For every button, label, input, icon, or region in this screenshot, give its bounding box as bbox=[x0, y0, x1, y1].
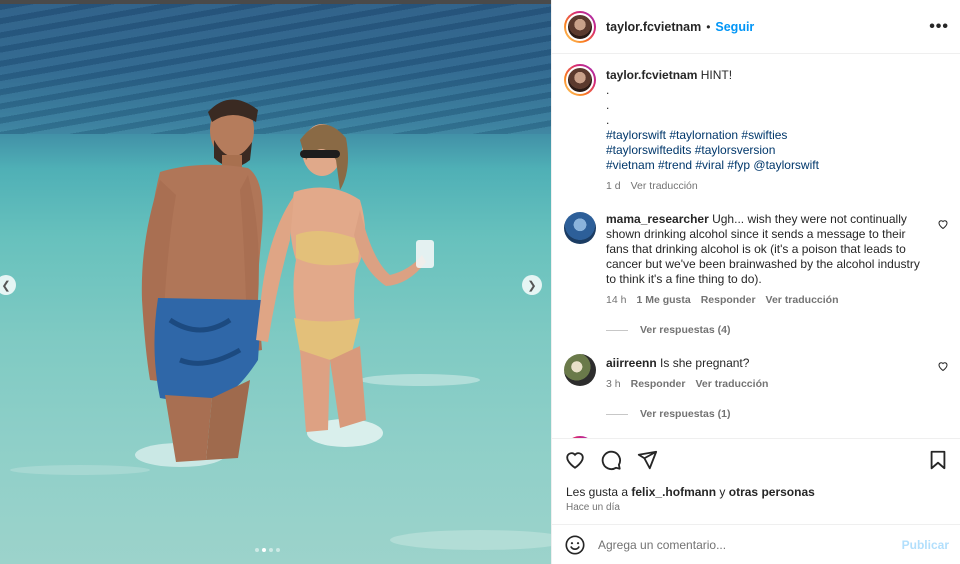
comment-likes[interactable]: 1 Me gusta bbox=[636, 293, 690, 308]
comment: mama_researcher Ugh... wish they were no… bbox=[564, 212, 949, 308]
heart-icon[interactable] bbox=[564, 449, 586, 471]
more-options-icon[interactable]: ••• bbox=[929, 18, 949, 36]
carousel-dot bbox=[276, 548, 280, 552]
avatar[interactable] bbox=[564, 10, 596, 43]
emoji-icon[interactable] bbox=[564, 534, 586, 556]
publish-button[interactable]: Publicar bbox=[902, 538, 949, 552]
hashtag-line[interactable]: #taylorswift #taylornation #swifties bbox=[606, 128, 929, 143]
avatar[interactable] bbox=[564, 64, 596, 96]
caption-dot: . bbox=[606, 83, 610, 97]
carousel-dot bbox=[255, 548, 259, 552]
comment-username[interactable]: aiirreenn bbox=[606, 356, 657, 370]
post-header: taylor.fcvietnam • Seguir ••• bbox=[552, 0, 960, 54]
translate-button[interactable]: Ver traducción bbox=[766, 293, 839, 308]
chevron-right-icon: ❯ bbox=[527, 279, 537, 292]
comment: aiirreenn Is she pregnant? 3 h Responder… bbox=[564, 354, 949, 392]
carousel-dot bbox=[269, 548, 273, 552]
chevron-left-icon: ❮ bbox=[1, 279, 11, 292]
others-link[interactable]: otras personas bbox=[729, 485, 815, 499]
like-comment-icon[interactable] bbox=[937, 218, 949, 230]
comment-time: 14 h bbox=[606, 294, 627, 306]
caption-text: HINT! bbox=[700, 68, 733, 82]
send-icon[interactable] bbox=[636, 449, 658, 471]
comments-section[interactable]: taylor.fcvietnam HINT! . . . #taylorswif… bbox=[552, 54, 960, 438]
man-figure bbox=[141, 99, 263, 462]
view-replies-button[interactable]: Ver respuestas (4) bbox=[606, 324, 949, 336]
bookmark-icon[interactable] bbox=[927, 449, 949, 471]
comment-username[interactable]: mama_researcher bbox=[606, 212, 709, 226]
post-media: ❮ ❯ bbox=[0, 0, 551, 564]
add-comment-bar: Publicar bbox=[552, 524, 960, 564]
like-comment-icon[interactable] bbox=[937, 360, 949, 372]
hashtag-line[interactable]: #taylorswiftedits #taylorsversion bbox=[606, 143, 929, 158]
post-actions: Les gusta a felix_.hofmann y otras perso… bbox=[552, 438, 960, 524]
post-sidebar: taylor.fcvietnam • Seguir ••• taylor.fcv… bbox=[551, 0, 960, 564]
header-username[interactable]: taylor.fcvietnam bbox=[606, 20, 701, 34]
avatar[interactable] bbox=[564, 212, 596, 244]
avatar[interactable] bbox=[564, 354, 596, 386]
comment-icon[interactable] bbox=[600, 449, 622, 471]
header-separator: • bbox=[706, 19, 711, 34]
beach-photo bbox=[10, 99, 551, 550]
likes-summary[interactable]: Les gusta a felix_.hofmann y otras perso… bbox=[566, 485, 815, 499]
liker-username[interactable]: felix_.hofmann bbox=[631, 485, 716, 499]
translate-button[interactable]: Ver traducción bbox=[631, 179, 698, 194]
reply-button[interactable]: Responder bbox=[701, 293, 756, 308]
instagram-post-modal: ❮ ❯ taylor.fcvietnam • Seguir ••• taylor… bbox=[0, 0, 960, 564]
caption-dot: . bbox=[606, 98, 610, 112]
caption-time: 1 d bbox=[606, 180, 621, 192]
caption-dot: . bbox=[606, 113, 610, 127]
hashtag-line[interactable]: #vietnam #trend #viral #fyp @taylorswift bbox=[606, 158, 929, 173]
view-replies-button[interactable]: Ver respuestas (1) bbox=[606, 408, 949, 420]
next-slide-button[interactable]: ❯ bbox=[522, 275, 542, 295]
comment-text: Is she pregnant? bbox=[660, 356, 750, 370]
translate-button[interactable]: Ver traducción bbox=[695, 377, 768, 392]
follow-button[interactable]: Seguir bbox=[715, 20, 754, 34]
comment-time: 3 h bbox=[606, 378, 621, 390]
caption-username[interactable]: taylor.fcvietnam bbox=[606, 68, 697, 82]
comment-input[interactable] bbox=[598, 537, 902, 552]
reply-button[interactable]: Responder bbox=[631, 377, 686, 392]
post-time: Hace un día bbox=[566, 502, 620, 513]
carousel-indicator bbox=[255, 548, 280, 552]
carousel-dot-active bbox=[262, 548, 266, 552]
caption: taylor.fcvietnam HINT! . . . #taylorswif… bbox=[564, 64, 949, 194]
